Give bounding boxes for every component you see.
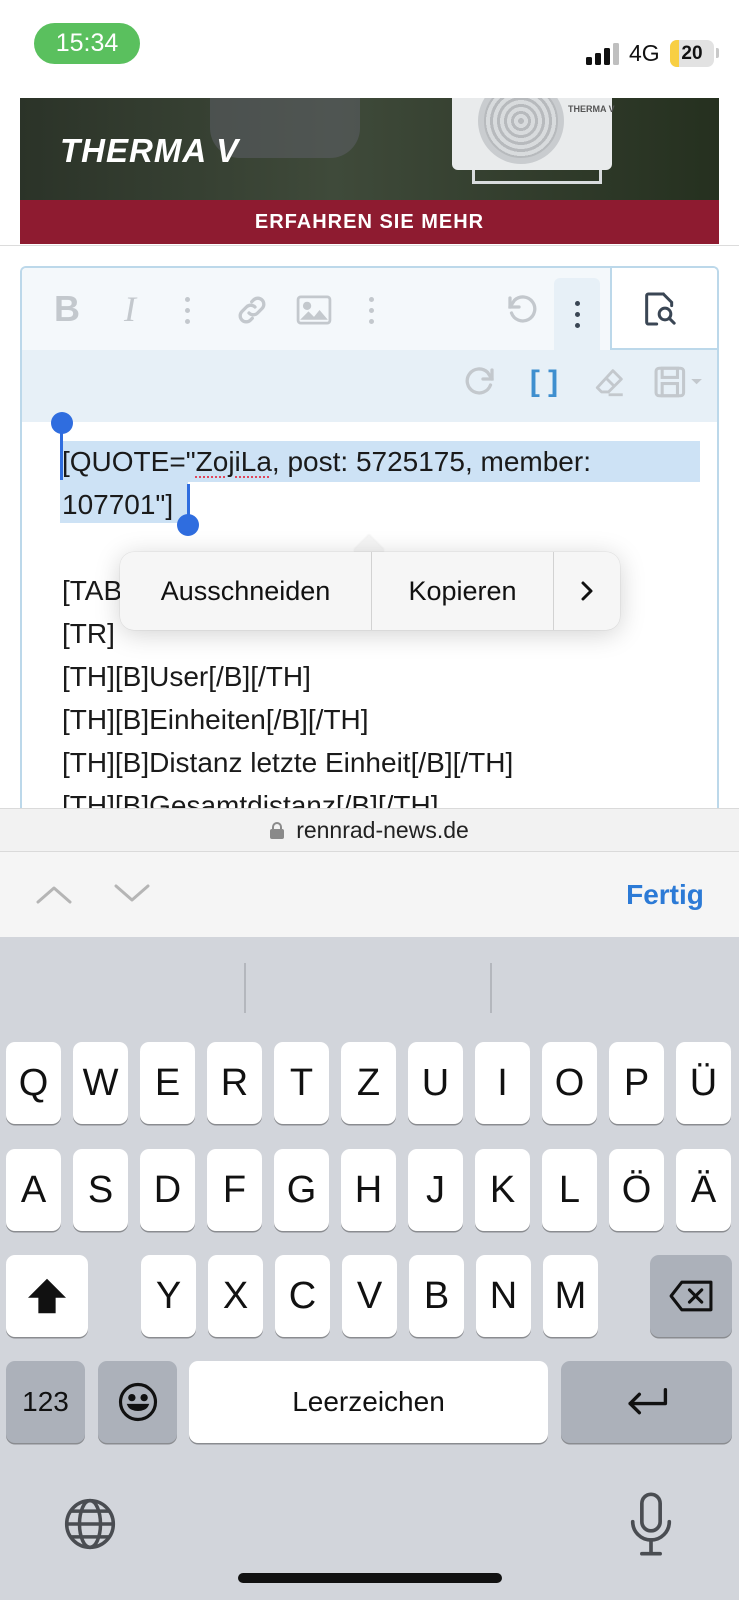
more-menu-item[interactable] xyxy=(554,552,620,630)
key[interactable]: E xyxy=(140,1042,195,1124)
key[interactable]: B xyxy=(409,1255,464,1337)
battery-nub xyxy=(716,48,719,58)
emoji-key[interactable] xyxy=(98,1361,177,1443)
url-bar[interactable]: rennrad-news.de xyxy=(0,808,739,852)
key[interactable]: C xyxy=(275,1255,330,1337)
editor-line: [TH][B]Einheiten[/B][/TH] xyxy=(62,704,369,735)
key[interactable]: N xyxy=(476,1255,531,1337)
editor-line: 107701"] xyxy=(62,489,174,520)
return-icon xyxy=(627,1388,667,1415)
done-button[interactable]: Fertig xyxy=(610,872,720,918)
key[interactable]: J xyxy=(408,1149,463,1231)
key[interactable]: H xyxy=(341,1149,396,1231)
key[interactable]: F xyxy=(207,1149,262,1231)
suggestion-divider xyxy=(244,963,246,1013)
clock-pill: 15:34 xyxy=(34,23,140,64)
key[interactable]: D xyxy=(140,1149,195,1231)
key[interactable]: S xyxy=(73,1149,128,1231)
editor-content[interactable]: [QUOTE="ZojiLa, post: 5725175, member: 1… xyxy=(62,440,692,826)
suggestion-divider xyxy=(490,963,492,1013)
key[interactable]: V xyxy=(342,1255,397,1337)
key[interactable]: Q xyxy=(6,1042,61,1124)
bbcode-toggle-button[interactable]: [ ] xyxy=(522,360,566,404)
edit-context-menu: Ausschneiden Kopieren xyxy=(120,552,620,630)
save-draft-icon[interactable] xyxy=(650,360,708,404)
key[interactable]: O xyxy=(542,1042,597,1124)
heat-pump-stand xyxy=(472,170,602,184)
shift-icon xyxy=(28,1278,66,1314)
numbers-key[interactable]: 123 xyxy=(6,1361,85,1443)
ad-brand: THERMA V xyxy=(60,132,240,169)
ad-banner[interactable]: THERMA V THERMA V ERFAHREN SIE MEHR xyxy=(0,98,739,246)
key[interactable]: Y xyxy=(141,1255,196,1337)
editor-line: [QUOTE="ZojiLa, post: 5725175, member: xyxy=(62,440,692,483)
redo-icon[interactable] xyxy=(458,360,502,404)
ad-unit-label: THERMA V xyxy=(568,104,615,114)
selection-start-caret xyxy=(60,428,63,480)
cut-menu-item[interactable]: Ausschneiden xyxy=(120,552,372,630)
more-text-options-icon[interactable] xyxy=(172,290,202,330)
battery-icon: 20 xyxy=(670,40,714,67)
clock: 15:34 xyxy=(55,29,119,57)
quote-tag-rest: , post: 5725175, member: xyxy=(271,446,591,477)
shift-key[interactable] xyxy=(6,1255,88,1337)
emoji-icon xyxy=(118,1382,157,1422)
undo-icon[interactable] xyxy=(500,288,544,332)
key[interactable]: K xyxy=(475,1149,530,1231)
microphone-icon[interactable] xyxy=(628,1492,674,1556)
key[interactable]: W xyxy=(73,1042,128,1124)
form-navigation-bar: Fertig xyxy=(0,852,739,937)
editor-line: [TH][B]Distanz letzte Einheit[/B][/TH] xyxy=(62,747,514,778)
misspelled-word: ZojiLa xyxy=(195,446,272,477)
backspace-key[interactable] xyxy=(650,1255,732,1337)
copy-menu-item[interactable]: Kopieren xyxy=(372,552,554,630)
chevron-right-icon xyxy=(581,581,593,601)
home-indicator xyxy=(238,1573,502,1583)
next-field-icon[interactable] xyxy=(112,874,152,914)
key[interactable]: U xyxy=(408,1042,463,1124)
preview-icon[interactable] xyxy=(630,284,690,334)
key[interactable]: Z xyxy=(341,1042,396,1124)
key[interactable]: Ö xyxy=(609,1149,664,1231)
editor-toolbar-primary: B I xyxy=(22,268,717,350)
status-bar: 15:34 4G 20 xyxy=(0,0,739,98)
key[interactable]: M xyxy=(543,1255,598,1337)
key[interactable]: P xyxy=(609,1042,664,1124)
network-type: 4G xyxy=(629,40,660,66)
ad-cta-button[interactable]: ERFAHREN SIE MEHR xyxy=(20,200,719,244)
selection-end-handle[interactable] xyxy=(177,514,199,536)
url-text: rennrad-news.de xyxy=(296,816,469,843)
key[interactable]: T xyxy=(274,1042,329,1124)
previous-field-icon[interactable] xyxy=(34,874,74,914)
return-key[interactable] xyxy=(561,1361,732,1443)
cellular-signal-icon xyxy=(586,43,620,65)
space-key[interactable]: Leerzeichen xyxy=(189,1361,548,1443)
italic-button[interactable]: I xyxy=(110,286,150,332)
battery-level: 20 xyxy=(681,42,703,64)
editor-line: [TH][B]User[/B][/TH] xyxy=(62,661,311,692)
more-insert-options-icon[interactable] xyxy=(356,290,386,330)
key[interactable]: A xyxy=(6,1149,61,1231)
key[interactable]: Ä xyxy=(676,1149,731,1231)
remove-formatting-icon[interactable] xyxy=(588,360,632,404)
key[interactable]: G xyxy=(274,1149,329,1231)
globe-icon[interactable] xyxy=(62,1496,118,1552)
key[interactable]: X xyxy=(208,1255,263,1337)
backspace-icon xyxy=(669,1280,713,1312)
key[interactable]: Ü xyxy=(676,1042,731,1124)
lock-icon xyxy=(270,821,285,839)
key[interactable]: I xyxy=(475,1042,530,1124)
bold-button[interactable]: B xyxy=(47,286,87,332)
ad-image[interactable]: THERMA V THERMA V xyxy=(20,98,719,200)
key[interactable]: L xyxy=(542,1149,597,1231)
more-options-icon[interactable] xyxy=(554,278,600,350)
key[interactable]: R xyxy=(207,1042,262,1124)
image-icon[interactable] xyxy=(292,290,336,330)
quote-tag-start: [QUOTE=" xyxy=(62,446,196,477)
keyboard: Q W E R T Z U I O P Ü A S D F G H J K L … xyxy=(0,937,739,1600)
editor-toolbar-secondary: [ ] xyxy=(22,350,717,422)
link-icon[interactable] xyxy=(230,290,274,330)
